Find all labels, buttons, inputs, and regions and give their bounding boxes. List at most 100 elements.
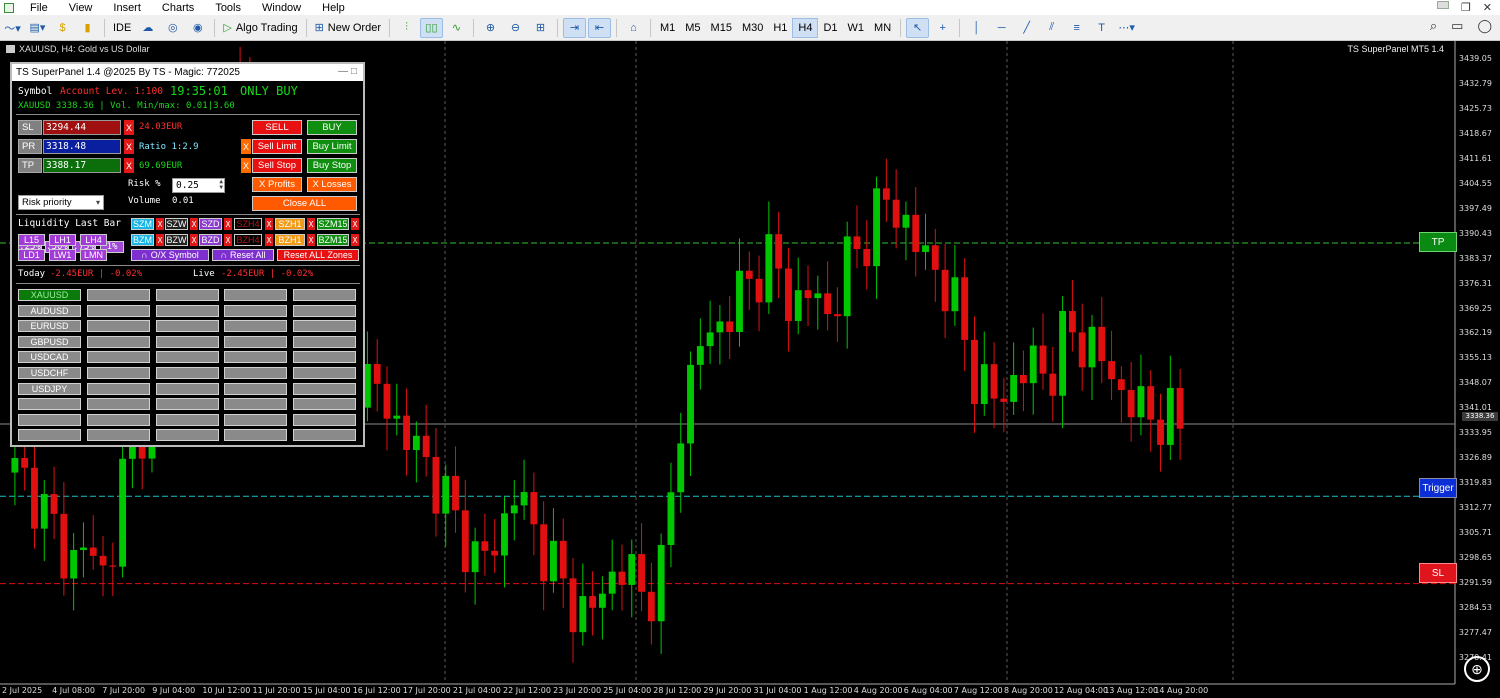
tf-h1[interactable]: H1 <box>768 18 792 38</box>
zone-szw-button[interactable]: SZW <box>165 218 188 230</box>
tf-m30[interactable]: M30 <box>737 18 768 38</box>
zone-szm15-clear[interactable]: X <box>351 218 359 230</box>
symbol-slot-button[interactable] <box>224 398 287 411</box>
sl-line-tag[interactable]: SL <box>1419 563 1457 583</box>
tf-m1[interactable]: M1 <box>655 18 680 38</box>
symbol-slot-button[interactable] <box>156 398 219 411</box>
buy-button[interactable]: BUY <box>307 120 357 135</box>
chat-icon[interactable]: ▭ <box>1451 18 1463 34</box>
liq-lmn-button[interactable]: LMN <box>80 249 107 261</box>
candlestick-icon[interactable]: ▯▯ <box>419 17 443 38</box>
symbol-slot-button[interactable] <box>293 398 356 411</box>
ox-symbol-button[interactable]: ∩ O/X Symbol <box>131 249 209 261</box>
trigger-line-tag[interactable]: Trigger <box>1419 478 1457 498</box>
close-all-button[interactable]: Close ALL <box>252 196 357 211</box>
symbol-slot-button[interactable] <box>87 289 150 301</box>
symbol-button[interactable] <box>18 398 81 411</box>
sl-clear-button[interactable]: X <box>124 120 134 135</box>
menu-file[interactable]: File <box>20 2 59 14</box>
symbol-slot-button[interactable] <box>293 429 356 442</box>
symbol-button[interactable]: GBPUSD <box>18 335 81 348</box>
new-order-button[interactable]: ⊞ New Order <box>312 18 384 38</box>
lock-icon[interactable]: ▮ <box>76 18 99 38</box>
symbol-slot-button[interactable] <box>87 382 150 395</box>
pr-clear-button[interactable]: X <box>124 139 134 154</box>
reset-all-zones-button[interactable]: Reset ALL Zones <box>277 249 359 261</box>
symbol-slot-button[interactable] <box>87 335 150 348</box>
zone-szm-button[interactable]: SZM <box>131 218 154 230</box>
zone-szw-clear[interactable]: X <box>190 218 198 230</box>
symbol-slot-button[interactable] <box>156 367 219 379</box>
zone-bzh4-button[interactable]: BZH4 <box>234 234 262 246</box>
symbol-slot-button[interactable] <box>156 429 219 442</box>
account-icon[interactable]: ◯ <box>1477 18 1492 34</box>
line-chart-icon[interactable]: ∿ <box>445 18 468 38</box>
close-losses-button[interactable]: X Losses <box>307 177 357 192</box>
minimize-icon[interactable] <box>1436 1 1449 9</box>
symbol-slot-button[interactable] <box>293 289 356 301</box>
trendline-icon[interactable]: ╱ <box>1015 18 1038 38</box>
liq-ld1-button[interactable]: LD1 <box>18 249 45 261</box>
symbol-slot-button[interactable] <box>156 320 219 333</box>
menu-charts[interactable]: Charts <box>152 2 205 14</box>
symbol-slot-button[interactable] <box>156 289 219 301</box>
zone-bzd-clear[interactable]: X <box>224 234 232 246</box>
menu-tools[interactable]: Tools <box>205 2 252 14</box>
symbol-slot-button[interactable] <box>156 351 219 364</box>
profiles-icon[interactable]: ▤▾ <box>26 18 49 38</box>
symbol-slot-button[interactable] <box>156 413 219 426</box>
tf-mn[interactable]: MN <box>869 18 896 38</box>
menu-view[interactable]: View <box>59 2 104 14</box>
zone-bzm15-clear[interactable]: X <box>351 234 359 246</box>
cursor-icon[interactable]: ↖ <box>906 17 930 38</box>
risk-input[interactable]: 0.25 ▲ ▼ <box>172 178 225 193</box>
symbol-button[interactable] <box>18 413 81 426</box>
algo-trading-button[interactable]: ▷ Algo Trading <box>220 18 300 38</box>
zone-bzw-clear[interactable]: X <box>190 234 198 246</box>
horizontal-line-icon[interactable]: ─ <box>990 18 1013 38</box>
text-icon[interactable]: T <box>1090 18 1113 38</box>
symbol-slot-button[interactable] <box>293 382 356 395</box>
market-watch-icon[interactable]: $ <box>51 18 74 38</box>
symbol-slot-button[interactable] <box>224 320 287 333</box>
symbol-slot-button[interactable] <box>87 351 150 364</box>
zone-szh1-button[interactable]: SZH1 <box>275 218 305 230</box>
sl-price-field[interactable]: 3294.44 <box>43 120 121 135</box>
panel-title-bar[interactable]: TS SuperPanel 1.4 @2025 By TS - Magic: 7… <box>12 64 363 81</box>
zone-szh4-button[interactable]: SZH4 <box>234 218 262 230</box>
symbol-slot-button[interactable] <box>293 413 356 426</box>
new-chart-icon[interactable]: 〜▾ <box>1 18 24 38</box>
symbol-button[interactable]: XAUUSD <box>18 289 81 301</box>
vertical-line-icon[interactable]: │ <box>965 18 988 38</box>
zone-szh1-clear[interactable]: X <box>307 218 315 230</box>
vps-icon[interactable]: ◎ <box>161 18 184 38</box>
liq-l15-button[interactable]: L15 <box>18 234 45 246</box>
zoom-in-icon[interactable]: ⊕ <box>479 18 502 38</box>
symbol-slot-button[interactable] <box>293 335 356 348</box>
zone-szm-clear[interactable]: X <box>156 218 164 230</box>
buy-limit-button[interactable]: Buy Limit <box>307 139 357 154</box>
symbol-slot-button[interactable] <box>224 351 287 364</box>
tf-d1[interactable]: D1 <box>818 18 842 38</box>
close-icon[interactable]: ✕ <box>1483 1 1492 14</box>
symbol-button[interactable]: USDJPY <box>18 382 81 395</box>
symbol-slot-button[interactable] <box>87 413 150 426</box>
zone-bzm15-button[interactable]: BZM15 <box>317 234 349 246</box>
search-icon[interactable]: ⌕ <box>1430 18 1437 34</box>
symbol-slot-button[interactable] <box>87 367 150 379</box>
tile-windows-icon[interactable]: ⊞ <box>529 18 552 38</box>
tf-h4[interactable]: H4 <box>792 17 819 38</box>
reset-all-button[interactable]: ∩ Reset All <box>212 249 274 261</box>
screenshot-icon[interactable]: ⌂ <box>622 18 645 38</box>
channel-icon[interactable]: ⫽ <box>1040 18 1063 38</box>
cancel-sell-limit-button[interactable]: X <box>241 139 251 154</box>
zone-bzh4-clear[interactable]: X <box>265 234 273 246</box>
liq-lh1-button[interactable]: LH1 <box>49 234 76 246</box>
zone-szd-clear[interactable]: X <box>224 218 232 230</box>
tp-line-tag[interactable]: TP <box>1419 232 1457 252</box>
symbol-slot-button[interactable] <box>224 429 287 442</box>
symbol-slot-button[interactable] <box>293 320 356 333</box>
chart-shift-icon[interactable]: ⇤ <box>587 17 611 38</box>
zone-szm15-button[interactable]: SZM15 <box>317 218 349 230</box>
liq-lh4-button[interactable]: LH4 <box>80 234 107 246</box>
